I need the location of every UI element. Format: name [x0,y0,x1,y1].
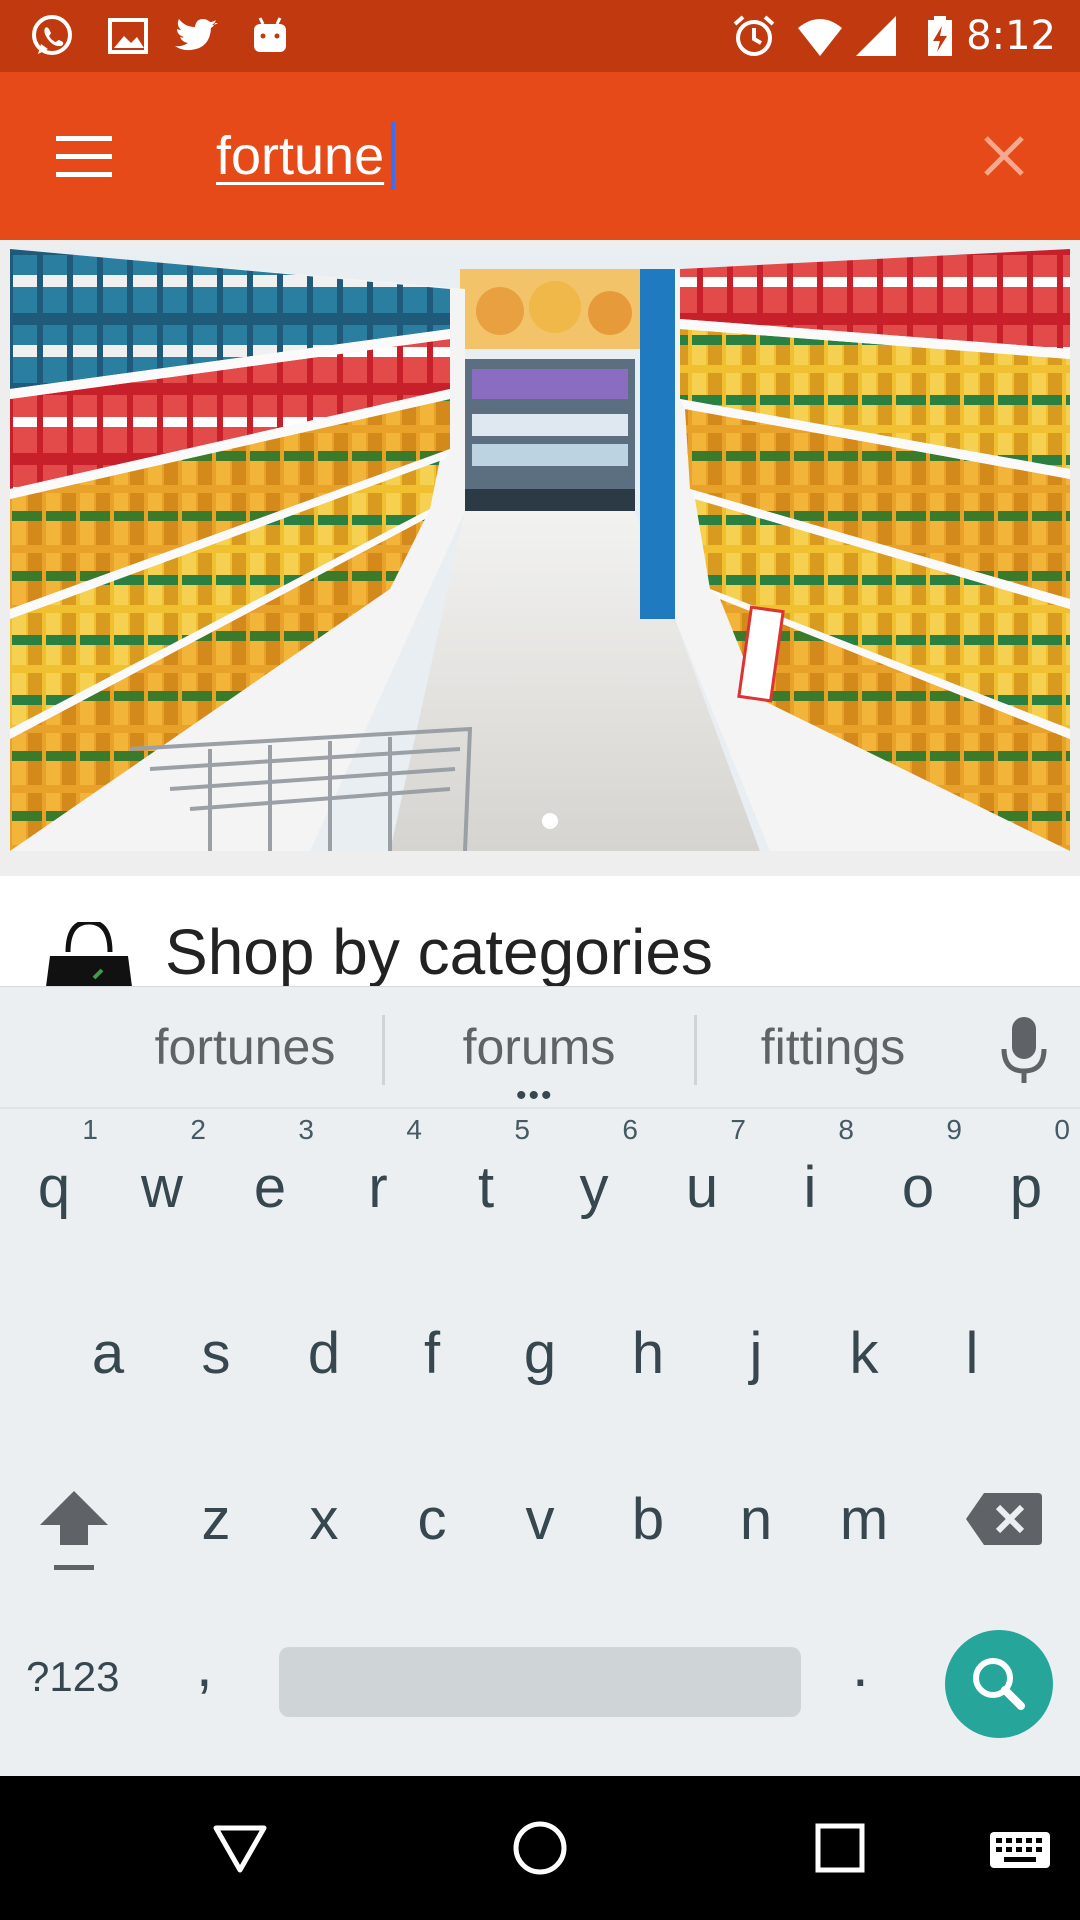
categories-section: Shop by categories [0,876,1080,986]
key-m[interactable]: m [810,1445,918,1595]
text-cursor [391,122,395,190]
key-g[interactable]: g [486,1279,594,1429]
alarm-icon [733,15,775,56]
android-icon [254,17,286,52]
suggestion-strip: fortunes forums fittings ••• [0,987,1080,1111]
key-p[interactable]: 0p [972,1113,1080,1263]
back-icon[interactable] [210,1818,270,1878]
key-x[interactable]: x [270,1445,378,1595]
key-k[interactable]: k [810,1279,918,1429]
key-z[interactable]: z [162,1445,270,1595]
wifi-icon [798,19,842,56]
gallery-icon [108,18,148,54]
home-icon[interactable] [510,1818,570,1878]
key-r[interactable]: 4r [324,1113,432,1263]
close-icon [984,136,1024,176]
search-input[interactable] [216,120,916,192]
menu-button[interactable] [40,118,128,194]
key-b[interactable]: b [594,1445,702,1595]
key-h[interactable]: h [594,1279,702,1429]
shift-key[interactable] [34,1483,114,1583]
status-bar: 8:12 [0,0,1080,72]
shift-icon [40,1491,108,1570]
key-v[interactable]: v [486,1445,594,1595]
clear-search-button[interactable] [976,128,1032,184]
key-d[interactable]: d [270,1279,378,1429]
period-key[interactable]: . [852,1631,892,1700]
key-t[interactable]: 5t [432,1113,540,1263]
more-suggestions-indicator[interactable]: ••• [516,1081,554,1111]
supermarket-aisle-image [10,249,1070,851]
search-action-key[interactable] [945,1630,1053,1738]
suggestion-item[interactable]: forums [434,1017,644,1077]
suggestion-item[interactable]: fortunes [140,1017,350,1077]
key-i[interactable]: 8i [756,1113,864,1263]
carousel-indicator-dot[interactable] [542,813,558,829]
key-o[interactable]: 9o [864,1113,972,1263]
comma-key[interactable]: , [196,1631,236,1700]
key-l[interactable]: l [918,1279,1026,1429]
hamburger-icon [56,136,112,141]
microphone-icon[interactable] [996,1017,1052,1087]
space-bar[interactable] [279,1647,801,1717]
section-title: Shop by categories [165,916,713,986]
key-f[interactable]: f [378,1279,486,1429]
key-w[interactable]: 2w [108,1113,216,1263]
key-a[interactable]: a [54,1279,162,1429]
symbols-key[interactable]: ?123 [26,1651,119,1703]
whatsapp-icon [32,15,72,55]
clock: 8:12 [966,13,1056,59]
key-c[interactable]: c [378,1445,486,1595]
search-toolbar [0,72,1080,240]
key-s[interactable]: s [162,1279,270,1429]
key-u[interactable]: 7u [648,1113,756,1263]
battery-charging-icon [928,16,952,56]
key-q[interactable]: 1q [0,1113,108,1263]
banner-section [0,240,1080,876]
search-icon [973,1658,1025,1710]
key-n[interactable]: n [702,1445,810,1595]
soft-keyboard: fortunes forums fittings ••• 1q 2w 3e 4r… [0,986,1080,1776]
delete-key[interactable] [964,1489,1044,1549]
promo-banner[interactable] [10,249,1070,851]
key-j[interactable]: j [702,1279,810,1429]
key-y[interactable]: 6y [540,1113,648,1263]
backspace-icon [966,1493,1042,1545]
suggestion-item[interactable]: fittings [728,1017,938,1077]
recents-icon[interactable] [810,1818,870,1878]
shopping-bag-icon [46,922,132,986]
key-e[interactable]: 3e [216,1113,324,1263]
signal-icon [856,16,896,56]
navigation-bar [0,1776,1080,1920]
keyboard-icon[interactable] [988,1818,1052,1878]
twitter-icon [175,19,218,51]
